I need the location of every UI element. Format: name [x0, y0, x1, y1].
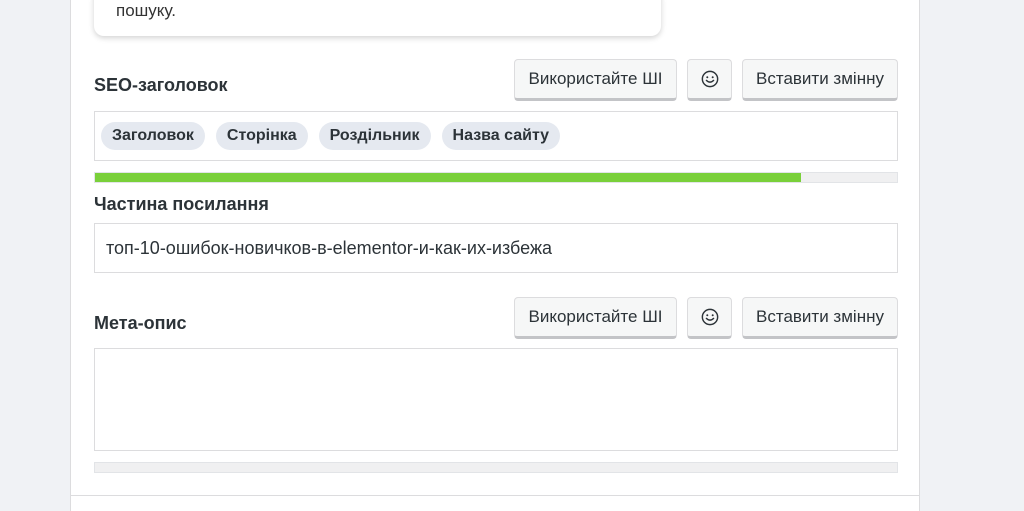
- tooltip-text: пошуку.: [116, 1, 176, 20]
- variable-tag-site-name[interactable]: Назва сайту: [441, 122, 561, 150]
- seo-title-length-bar: [94, 172, 898, 183]
- section-divider: [71, 495, 919, 496]
- seo-title-ai-button[interactable]: Використайте ШІ: [514, 59, 677, 101]
- slug-label: Частина посилання: [94, 194, 269, 214]
- meta-description-length-bar: [94, 462, 898, 473]
- seo-title-emoji-button[interactable]: [687, 59, 732, 101]
- seo-title-input[interactable]: Заголовок Сторінка Роздільник Назва сайт…: [94, 111, 898, 161]
- meta-description-ai-button[interactable]: Використайте ШІ: [514, 297, 677, 339]
- seo-title-label: SEO-заголовок: [94, 75, 228, 95]
- tooltip-popup: пошуку.: [94, 0, 661, 36]
- meta-description-label: Мета-опис: [94, 313, 187, 333]
- meta-description-insert-variable-button[interactable]: Вставити змінну: [742, 297, 898, 339]
- variable-tag-page[interactable]: Сторінка: [215, 122, 308, 150]
- variable-tag-separator[interactable]: Роздільник: [318, 122, 431, 150]
- seo-title-length-fill: [95, 173, 801, 182]
- variable-tag-title[interactable]: Заголовок: [101, 122, 205, 150]
- meta-description-textarea[interactable]: [94, 348, 898, 451]
- seo-title-insert-variable-button[interactable]: Вставити змінну: [742, 59, 898, 101]
- slug-input[interactable]: топ-10-ошибок-новичков-в-elementor-и-как…: [94, 223, 898, 273]
- smile-icon: [701, 308, 718, 326]
- smile-icon: [701, 70, 718, 88]
- meta-description-emoji-button[interactable]: [687, 297, 732, 339]
- seo-settings-panel: пошуку. SEO-заголовок Використайте ШІ Вс…: [70, 0, 920, 511]
